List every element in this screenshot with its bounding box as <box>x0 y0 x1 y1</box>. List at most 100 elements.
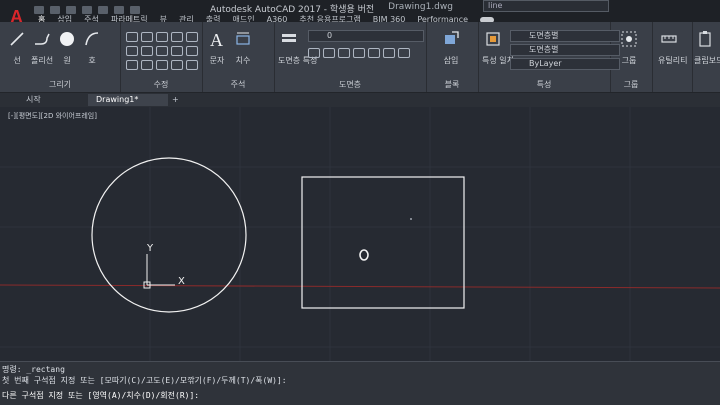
layer-freeze-icon[interactable] <box>323 48 335 58</box>
save-icon[interactable] <box>66 6 76 14</box>
line-label: 선 <box>13 56 21 65</box>
command-line[interactable]: 명령: _rectang 첫 번째 구석점 지정 또는 [모따기(C)/고도(E… <box>0 361 720 405</box>
layer-match-icon[interactable] <box>368 48 380 58</box>
layer-properties-button[interactable]: 도면층 특성 <box>278 30 318 66</box>
modify-panel-title[interactable]: 수정 <box>120 79 202 90</box>
drawing1-tab[interactable]: Drawing1* <box>88 94 168 106</box>
annotation-panel-title[interactable]: 주석 <box>202 79 274 90</box>
command-history-line-2: 첫 번째 구석점 지정 또는 [모따기(C)/고도(E)/모깎기(F)/두께(T… <box>2 376 287 385</box>
layers-panel: 도면층 특성 0 도면층 <box>274 22 427 92</box>
grid-lines <box>0 107 720 361</box>
drawing-canvas[interactable]: [-][평면도][2D 와이어프레임] Y X <box>0 107 720 361</box>
clipboard-button[interactable]: 클립보드 <box>694 30 720 66</box>
drawing-area: Y X <box>0 107 720 361</box>
save-as-icon[interactable] <box>82 6 92 14</box>
block-panel: 삽입 블록 <box>426 22 479 92</box>
redo-icon[interactable] <box>130 6 140 14</box>
match-properties-label: 특성 일치 <box>482 56 514 65</box>
join-icon[interactable] <box>171 60 183 70</box>
start-tab[interactable]: 시작 <box>18 94 49 106</box>
erase-icon[interactable] <box>171 32 183 42</box>
new-tab-button[interactable]: + <box>164 94 187 106</box>
utilities-panel: 유틸리티 <box>652 22 693 92</box>
linetype-dropdown[interactable]: 도면층별 <box>510 44 620 56</box>
ucs-y-label: Y <box>146 243 154 254</box>
rectangle-entity[interactable] <box>301 176 465 309</box>
circle-label: 원 <box>63 56 71 65</box>
layer-properties-label: 도면층 특성 <box>278 56 318 65</box>
block-panel-title[interactable]: 블록 <box>426 79 478 90</box>
arc-icon <box>85 32 99 46</box>
groups-panel: 그룹 그룹 <box>610 22 653 92</box>
measure-icon <box>661 35 677 43</box>
dimension-button[interactable]: 치수 <box>232 30 254 66</box>
polyline-button[interactable]: 폴리선 <box>31 30 53 66</box>
mirror-icon[interactable] <box>141 46 153 56</box>
layer-isolate-icon[interactable] <box>308 48 320 58</box>
properties-panel-title[interactable]: 특성 <box>478 79 610 90</box>
undo-icon[interactable] <box>114 6 124 14</box>
line-button[interactable]: 선 <box>6 30 28 66</box>
utilities-button[interactable]: 유틸리티 <box>658 30 688 66</box>
explode-icon[interactable] <box>186 32 198 42</box>
print-icon[interactable] <box>98 6 108 14</box>
lineweight-dropdown[interactable]: ByLayer <box>510 58 620 70</box>
arc-label: 호 <box>88 56 96 65</box>
x-axis-line <box>0 284 720 289</box>
match-properties-icon <box>486 32 500 46</box>
layer-dropdown[interactable]: 0 <box>308 30 424 42</box>
text-label: 문자 <box>209 56 225 65</box>
copy-icon[interactable] <box>126 46 138 56</box>
array-icon[interactable] <box>156 60 168 70</box>
groups-panel-title[interactable]: 그룹 <box>610 79 652 90</box>
command-history-line-1: 명령: _rectang <box>2 365 65 374</box>
circle-button[interactable]: 원 <box>56 30 78 66</box>
document-tabs: 시작 Drawing1* + <box>0 93 720 107</box>
text-button[interactable]: A 문자 <box>206 30 228 66</box>
text-icon: A <box>210 30 223 50</box>
break-icon[interactable] <box>186 60 198 70</box>
dimension-icon <box>236 32 250 45</box>
utilities-label: 유틸리티 <box>658 56 688 65</box>
group-label: 그룹 <box>621 56 637 65</box>
move-icon[interactable] <box>126 32 138 42</box>
layer-unisolate-icon[interactable] <box>398 48 410 58</box>
polyline-icon <box>35 33 50 45</box>
snap-marker <box>410 218 412 220</box>
clipboard-panel: 클립보드 <box>692 22 720 92</box>
draw-panel: 선 폴리선 원 호 그리기 <box>0 22 121 92</box>
layer-off-icon[interactable] <box>338 48 350 58</box>
insert-button[interactable]: 삽입 <box>440 30 462 66</box>
layer-tools <box>308 48 410 59</box>
insert-label: 삽입 <box>443 56 459 65</box>
search-input[interactable]: line <box>483 0 609 12</box>
layers-panel-title[interactable]: 도면층 <box>274 79 426 90</box>
layer-lock-icon[interactable] <box>353 48 365 58</box>
properties-panel: 특성 일치 도면층별 도면층별 ByLayer 특성 <box>478 22 620 92</box>
modify-tools <box>126 32 198 71</box>
cursor-icon <box>359 249 369 261</box>
open-icon[interactable] <box>50 6 60 14</box>
clipboard-icon <box>699 31 711 47</box>
extend-icon[interactable] <box>186 46 198 56</box>
modify-panel: 수정 <box>120 22 203 92</box>
trim-icon[interactable] <box>156 32 168 42</box>
fillet-icon[interactable] <box>156 46 168 56</box>
ribbon: 선 폴리선 원 호 그리기 수정 A 문자 치수 주석 도면층 특성 0 도면층… <box>0 22 720 93</box>
circle-entity[interactable] <box>91 157 247 313</box>
annotation-panel: A 문자 치수 주석 <box>202 22 275 92</box>
offset-icon[interactable] <box>171 46 183 56</box>
new-icon[interactable] <box>34 6 44 14</box>
arc-button[interactable]: 호 <box>81 30 103 66</box>
clipboard-label: 클립보드 <box>694 56 720 65</box>
layer-previous-icon[interactable] <box>383 48 395 58</box>
stretch-icon[interactable] <box>126 60 138 70</box>
scale-icon[interactable] <box>141 60 153 70</box>
group-icon <box>621 31 637 47</box>
command-prompt[interactable]: 다른 구석점 지정 또는 [영역(A)/치수(D)/회전(R)]: <box>2 390 199 401</box>
group-button[interactable]: 그룹 <box>618 30 640 66</box>
draw-panel-title[interactable]: 그리기 <box>0 79 120 90</box>
match-properties-button[interactable]: 특성 일치 <box>482 30 514 66</box>
color-dropdown[interactable]: 도면층별 <box>510 30 620 42</box>
rotate-icon[interactable] <box>141 32 153 42</box>
